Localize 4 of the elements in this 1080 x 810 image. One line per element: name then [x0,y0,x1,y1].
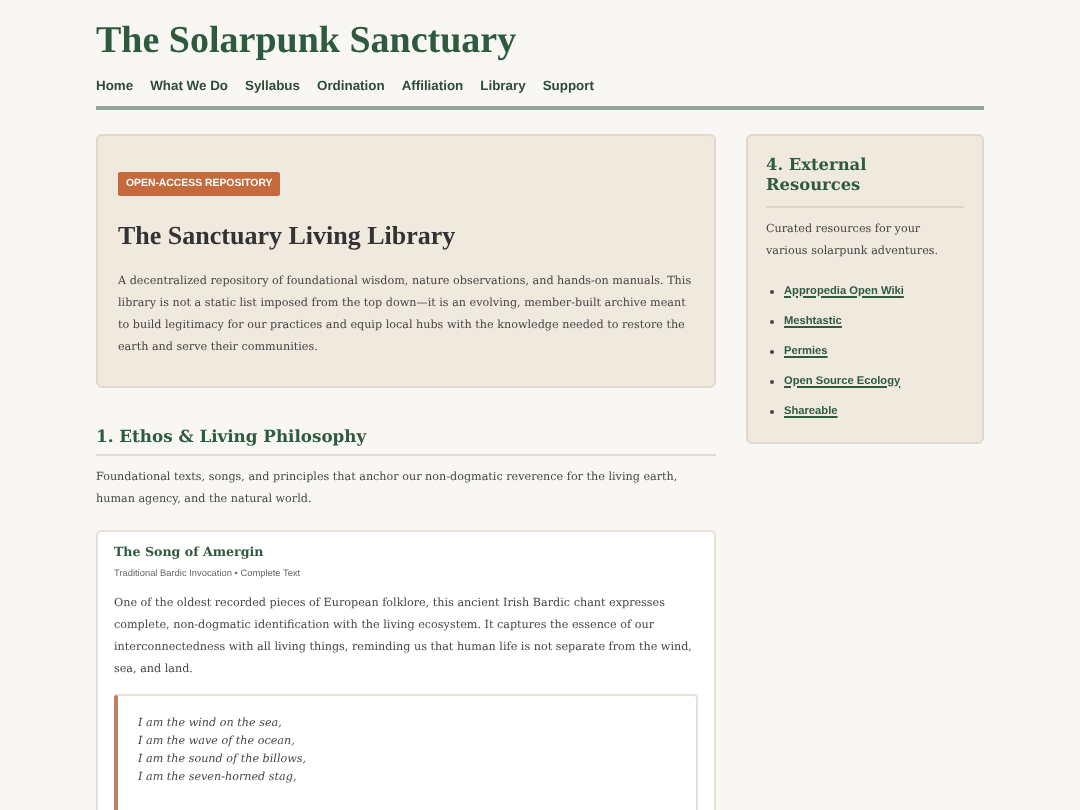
site-title: The Solarpunk Sanctuary [96,18,519,66]
hero-title: The Sanctuary Living Library [118,220,458,252]
sidebar-heading: 4. External Resources [766,154,964,208]
section-heading: 1. Ethos & Living Philosophy [96,426,716,456]
